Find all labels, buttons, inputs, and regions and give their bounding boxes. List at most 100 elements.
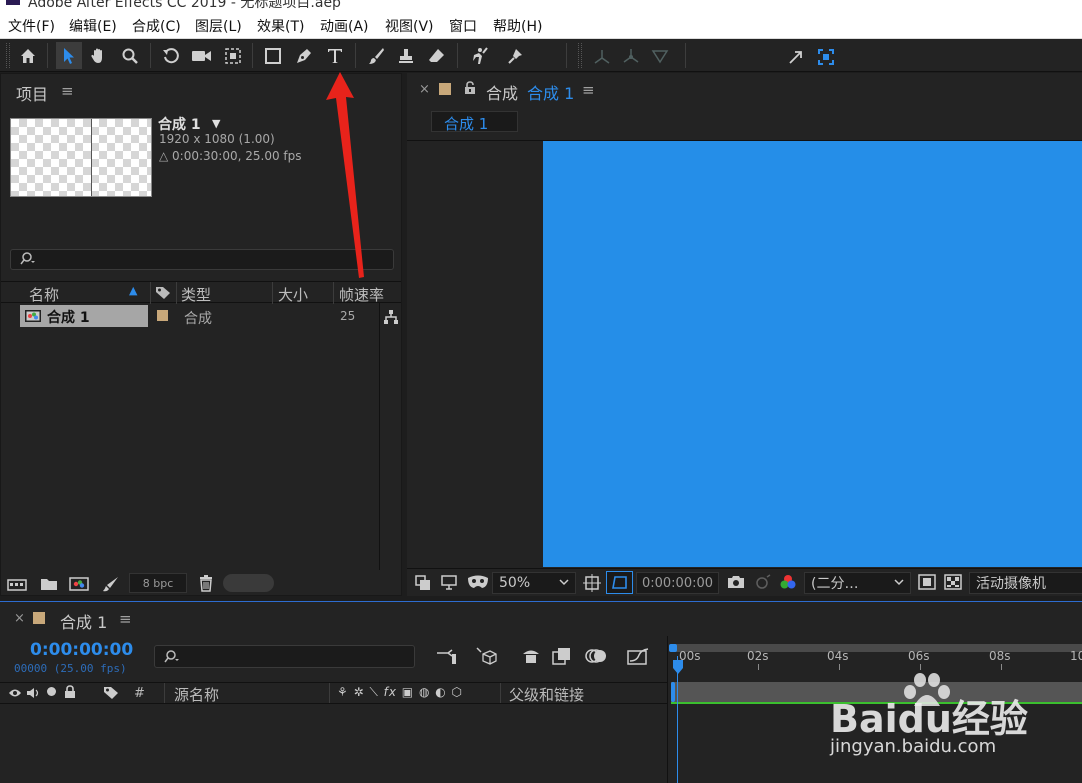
column-fps[interactable]: 帧速率 — [339, 284, 384, 305]
mask-visibility-icon[interactable] — [467, 575, 489, 589]
puppet-pin-tool-icon[interactable] — [503, 42, 529, 69]
rectangle-tool-icon[interactable] — [260, 42, 286, 69]
motion-blur-icon[interactable] — [585, 648, 607, 664]
hide-shy-layers-icon[interactable] — [520, 648, 542, 664]
close-timeline-tab-icon[interactable]: × — [14, 611, 25, 626]
eraser-tool-icon[interactable] — [424, 42, 450, 69]
project-panel-menu-icon[interactable]: ≡ — [61, 82, 74, 100]
camera-tool-icon[interactable] — [189, 42, 215, 69]
menu-animation[interactable]: 动画(A) — [320, 16, 369, 36]
viewer-tab[interactable]: 合成 1 — [431, 111, 518, 133]
comp-tab-name[interactable]: 合成 1 — [527, 80, 574, 104]
comp-panel-menu-icon[interactable]: ≡ — [582, 81, 595, 99]
menu-layer[interactable]: 图层(L) — [195, 16, 242, 36]
project-column-header: 名称 ▲ 类型 大小 帧速率 — [1, 281, 401, 305]
search-icon — [18, 251, 36, 267]
menu-file[interactable]: 文件(F) — [8, 16, 55, 36]
layer-column-header: # 源名称 ⚘ ✲ ⟍ fx ▣ ◍ ◐ ⬡ 父级和链接 — [0, 682, 668, 704]
clone-stamp-tool-icon[interactable] — [393, 42, 419, 69]
close-comp-tab-icon[interactable]: × — [419, 82, 430, 97]
selection-tool-icon[interactable] — [56, 42, 82, 69]
camera-select[interactable]: 活动摄像机 — [969, 572, 1082, 594]
hand-tool-icon[interactable] — [86, 42, 112, 69]
snapping-icon[interactable] — [813, 43, 839, 70]
region-of-interest-button[interactable] — [606, 571, 633, 594]
layer-number-column: # — [134, 686, 145, 701]
work-area-start-handle[interactable] — [669, 644, 677, 652]
expand-arrow-icon[interactable] — [783, 43, 809, 70]
viewer-timecode[interactable]: 0:00:00:00 — [636, 572, 719, 594]
project-settings-icon[interactable] — [102, 576, 120, 592]
interpret-footage-icon[interactable] — [7, 576, 27, 592]
column-name[interactable]: 名称 — [29, 284, 59, 305]
comp-info-dropdown-icon[interactable]: ▼ — [212, 117, 220, 130]
fast-previews-icon[interactable] — [918, 574, 936, 590]
world-axis-icon[interactable] — [618, 42, 644, 69]
video-visibility-icon[interactable] — [8, 687, 22, 699]
transparency-grid-icon[interactable] — [944, 574, 962, 590]
new-folder-icon[interactable] — [40, 576, 58, 592]
sort-ascending-icon[interactable]: ▲ — [129, 284, 137, 297]
pen-tool-icon[interactable] — [291, 42, 317, 69]
show-snapshot-icon[interactable] — [753, 574, 771, 590]
always-preview-icon[interactable] — [415, 575, 431, 591]
solo-icon[interactable] — [47, 687, 56, 696]
comp-info-duration: △ 0:00:30:00, 25.00 fps — [159, 149, 302, 163]
roto-brush-tool-icon[interactable] — [465, 42, 491, 69]
comp-mini-flowchart-icon[interactable] — [436, 648, 458, 664]
project-item-label-color[interactable] — [157, 310, 168, 321]
snapshot-camera-icon[interactable] — [727, 574, 745, 590]
bpc-button[interactable]: 8 bpc — [129, 573, 187, 593]
parent-link-column[interactable]: 父级和链接 — [509, 684, 584, 705]
rotation-tool-icon[interactable] — [158, 42, 184, 69]
project-item-row[interactable]: 合成 1 合成 25 — [1, 305, 379, 327]
monitor-icon[interactable] — [441, 574, 457, 590]
view-axis-icon[interactable] — [647, 42, 673, 69]
work-area-bar[interactable] — [671, 644, 1082, 652]
toolbar-grip[interactable] — [6, 43, 10, 68]
resolution-select[interactable]: (二分… — [804, 572, 911, 594]
column-type[interactable]: 类型 — [181, 284, 211, 305]
playhead-handle-icon[interactable] — [672, 659, 684, 675]
menu-composition[interactable]: 合成(C) — [132, 16, 181, 36]
draft-3d-icon[interactable] — [475, 646, 497, 666]
timeline-panel-menu-icon[interactable]: ≡ — [119, 610, 132, 628]
audio-icon[interactable] — [26, 687, 40, 699]
comp-canvas[interactable] — [543, 141, 1082, 567]
timeline-search-input[interactable] — [154, 645, 415, 668]
trash-icon[interactable] — [198, 575, 214, 592]
lock-layer-icon[interactable] — [64, 685, 76, 699]
menu-window[interactable]: 窗口 — [449, 16, 477, 36]
pan-behind-tool-icon[interactable] — [220, 42, 246, 69]
menu-help[interactable]: 帮助(H) — [493, 16, 542, 36]
lock-icon[interactable] — [464, 81, 476, 95]
current-time-display[interactable]: 0:00:00:00 — [30, 640, 133, 660]
flowchart-icon[interactable] — [383, 309, 399, 325]
home-icon[interactable] — [15, 42, 41, 69]
layer-switches-icon[interactable]: ⚘ ✲ ⟍ fx ▣ ◍ ◐ ⬡ — [337, 685, 463, 700]
column-size[interactable]: 大小 — [278, 284, 308, 305]
in-point-handle[interactable] — [671, 682, 675, 702]
menu-edit[interactable]: 编辑(E) — [69, 16, 117, 36]
source-name-column[interactable]: 源名称 — [174, 684, 219, 705]
local-axis-icon[interactable] — [589, 42, 615, 69]
menu-effect[interactable]: 效果(T) — [257, 16, 304, 36]
channel-rgb-icon[interactable] — [779, 574, 797, 590]
layer-label-tag-icon[interactable] — [103, 686, 119, 700]
timeline-tab-name[interactable]: 合成 1 — [60, 609, 107, 633]
brush-tool-icon[interactable] — [363, 42, 389, 69]
thumbnail-slider[interactable] — [223, 574, 274, 592]
zoom-tool-icon[interactable] — [117, 42, 143, 69]
zoom-select[interactable]: 50% — [492, 572, 576, 594]
grid-guides-icon[interactable] — [583, 574, 601, 592]
menu-view[interactable]: 视图(V) — [385, 16, 434, 36]
comp-info-resolution: 1920 x 1080 (1.00) — [159, 132, 275, 146]
title-bar: Adobe After Effects CC 2019 - 无标题项目.aep — [0, 0, 1082, 10]
label-tag-icon[interactable] — [155, 286, 171, 300]
type-tool-icon[interactable] — [322, 42, 348, 69]
new-composition-icon[interactable] — [69, 576, 89, 592]
graph-editor-icon[interactable] — [627, 647, 649, 665]
playhead-line[interactable] — [677, 656, 678, 783]
project-item-fps: 25 — [340, 309, 356, 323]
frame-blending-icon[interactable] — [552, 647, 572, 665]
